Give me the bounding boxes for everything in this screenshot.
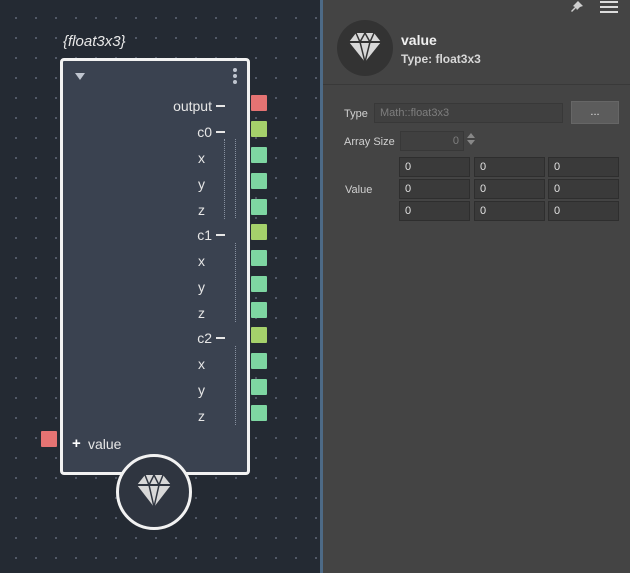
- port-c1-y[interactable]: y: [198, 277, 205, 297]
- matrix-cell-2-0[interactable]: 0: [399, 201, 470, 221]
- diamond-icon: [137, 473, 171, 508]
- value-input-port-connector[interactable]: [41, 431, 57, 447]
- port-type: Type: float3x3: [401, 52, 481, 66]
- port-label: x: [198, 356, 205, 372]
- port-c0-y[interactable]: y: [198, 174, 205, 194]
- port-label: z: [198, 202, 205, 218]
- c2-z-port-connector[interactable]: [251, 405, 267, 421]
- port-c1[interactable]: c1: [197, 225, 225, 245]
- c0-x-port-connector[interactable]: [251, 147, 267, 163]
- diamond-icon: [349, 31, 381, 63]
- port-c1-z[interactable]: z: [198, 303, 205, 323]
- port-label: x: [198, 253, 205, 269]
- node-title: {float3x3}: [63, 33, 126, 50]
- matrix-cell-0-2[interactable]: 0: [548, 157, 619, 177]
- port-label: c2: [197, 330, 212, 346]
- panel-header: value Type: float3x3: [323, 0, 630, 85]
- input-port-label: value: [88, 436, 122, 452]
- c0-y-port-connector[interactable]: [251, 173, 267, 189]
- matrix-cell-1-1[interactable]: 0: [474, 179, 545, 199]
- port-c0[interactable]: c0: [197, 122, 225, 142]
- c2-port-connector[interactable]: [251, 327, 267, 343]
- port-c0-z[interactable]: z: [198, 200, 205, 220]
- c1-port-connector[interactable]: [251, 224, 267, 240]
- port-label: z: [198, 408, 205, 424]
- matrix-cell-2-1[interactable]: 0: [474, 201, 545, 221]
- matrix-cell-1-0[interactable]: 0: [399, 179, 470, 199]
- matrix-cell-0-1[interactable]: 0: [474, 157, 545, 177]
- c1-y-port-connector[interactable]: [251, 276, 267, 292]
- hamburger-menu-icon[interactable]: [600, 0, 618, 19]
- port-label: x: [198, 150, 205, 166]
- type-field: Math::float3x3: [374, 103, 563, 123]
- array-size-stepper: [465, 131, 477, 149]
- c0-port-connector[interactable]: [251, 121, 267, 137]
- node-menu-icon[interactable]: [233, 68, 237, 86]
- port-c2-z[interactable]: z: [198, 406, 205, 426]
- port-label: z: [198, 305, 205, 321]
- c2-y-port-connector[interactable]: [251, 379, 267, 395]
- port-dash: [216, 131, 225, 133]
- port-c2-y[interactable]: y: [198, 380, 205, 400]
- type-label: Type: [344, 108, 368, 120]
- port-dash: [216, 234, 225, 236]
- tree-line-c0: [235, 139, 236, 218]
- matrix-cell-2-2[interactable]: 0: [548, 201, 619, 221]
- tree-line-c2: [235, 346, 236, 425]
- pin-icon[interactable]: [569, 0, 585, 19]
- matrix-cell-0-0[interactable]: 0: [399, 157, 470, 177]
- c1-x-port-connector[interactable]: [251, 250, 267, 266]
- collapse-triangle-icon[interactable]: [75, 73, 85, 80]
- tree-line-xyz0: [224, 139, 225, 219]
- browse-type-button[interactable]: ...: [571, 101, 619, 124]
- port-c2[interactable]: c2: [197, 328, 225, 348]
- properties-panel: value Type: float3x3 Type Math::float3x3…: [323, 0, 630, 573]
- port-dash: [216, 105, 225, 107]
- add-port-plus-icon[interactable]: +: [72, 435, 81, 452]
- port-name: value: [401, 32, 437, 48]
- port-label: y: [198, 382, 205, 398]
- port-label: c1: [197, 227, 212, 243]
- node-body[interactable]: output c0 x y z c1 x y z c2 x y z + valu…: [60, 58, 250, 475]
- port-output[interactable]: output: [173, 96, 225, 116]
- tree-line-c1: [235, 243, 236, 322]
- output-port-connector[interactable]: [251, 95, 267, 111]
- header-icon-badge: [337, 20, 393, 76]
- c0-z-port-connector[interactable]: [251, 199, 267, 215]
- port-c0-x[interactable]: x: [198, 148, 205, 168]
- port-label: y: [198, 279, 205, 295]
- port-label: y: [198, 176, 205, 192]
- port-label: output: [173, 98, 212, 114]
- graph-canvas[interactable]: {float3x3} output c0 x y z c1 x y z c2 x…: [0, 0, 320, 573]
- c1-z-port-connector[interactable]: [251, 302, 267, 318]
- port-c1-x[interactable]: x: [198, 251, 205, 271]
- array-size-label: Array Size: [344, 136, 395, 148]
- port-label: c0: [197, 124, 212, 140]
- node-icon-badge[interactable]: [116, 454, 192, 530]
- port-c2-x[interactable]: x: [198, 354, 205, 374]
- c2-x-port-connector[interactable]: [251, 353, 267, 369]
- matrix-cell-1-2[interactable]: 0: [548, 179, 619, 199]
- array-size-field: 0: [400, 131, 464, 151]
- value-label: Value: [345, 184, 373, 196]
- port-dash: [216, 337, 225, 339]
